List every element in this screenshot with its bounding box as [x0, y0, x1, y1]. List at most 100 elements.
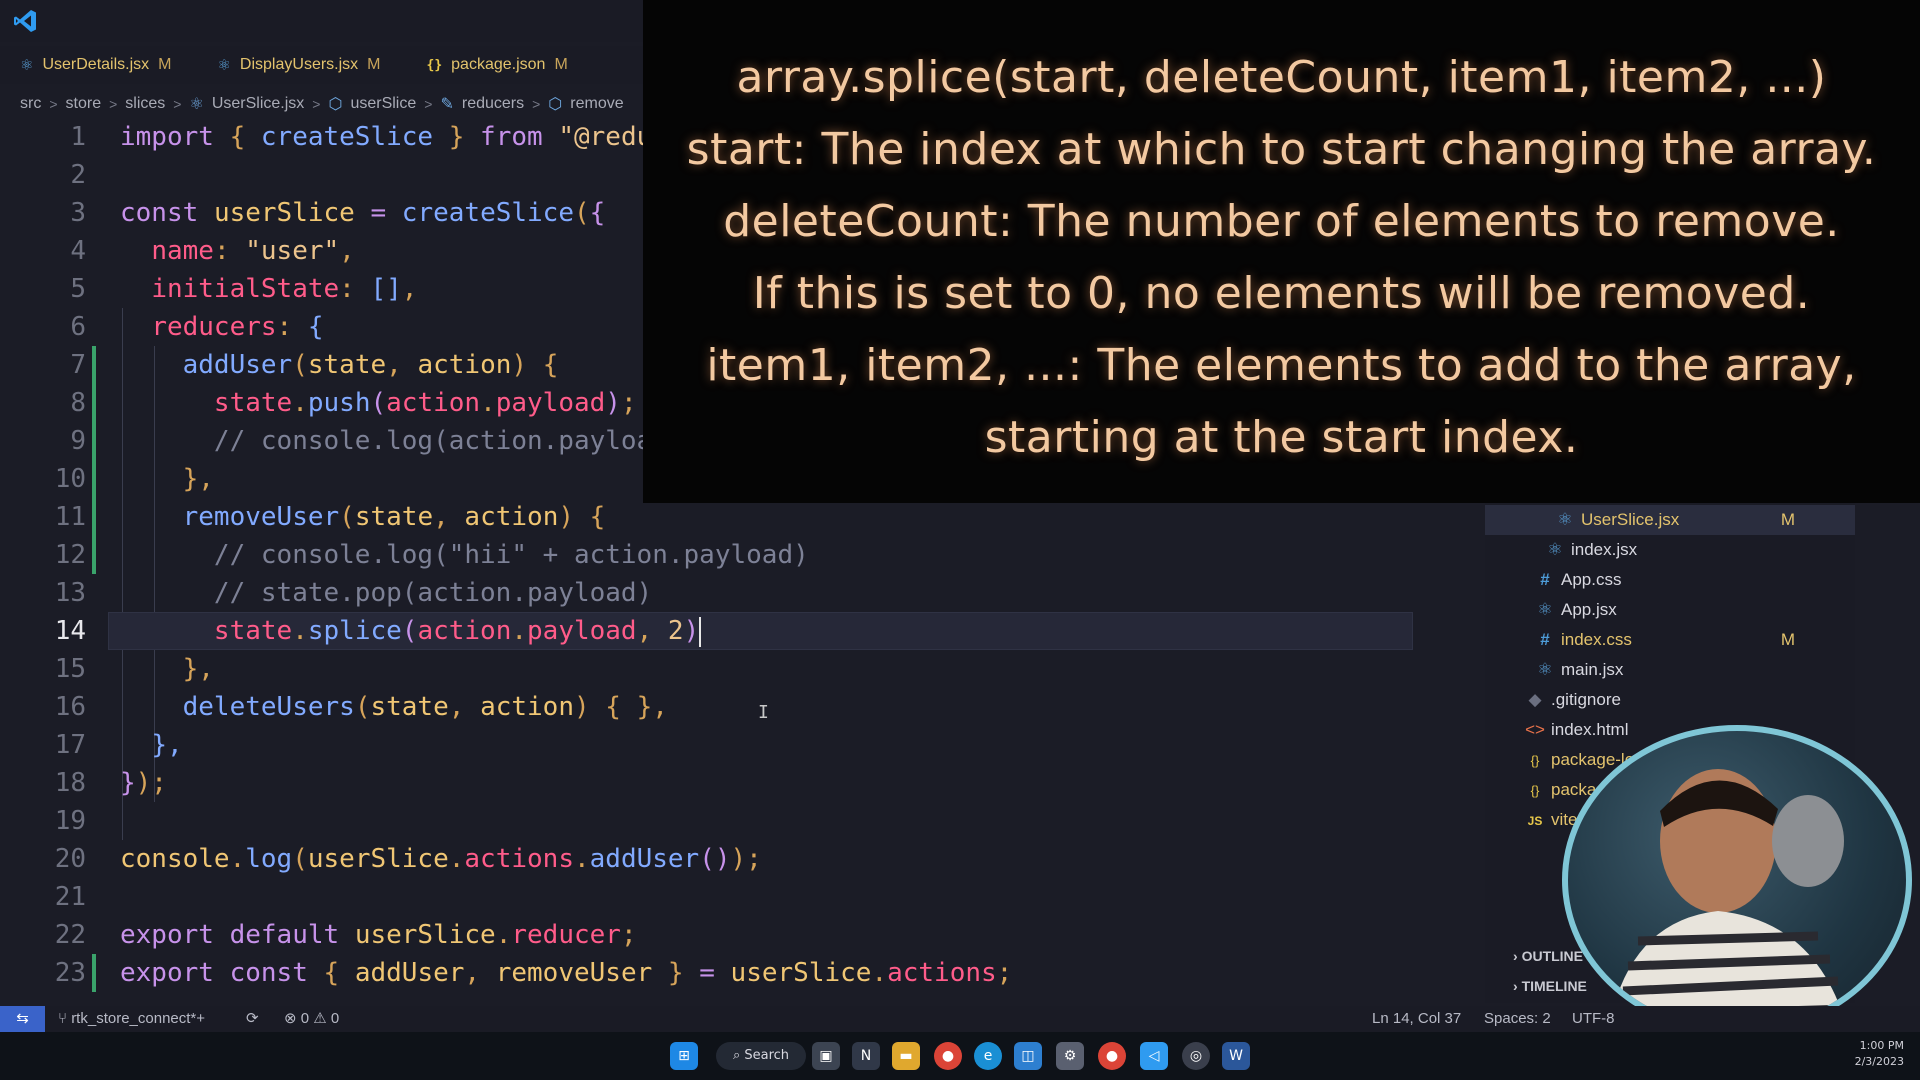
- line-number: 18: [54, 768, 86, 798]
- json-icon: {}: [426, 57, 443, 73]
- store-icon[interactable]: ◫: [1014, 1042, 1042, 1070]
- status-bar: ⇆ ⑂ rtk_store_connect*+ ⟳ ⊗ 0 ⚠ 0 Ln 14,…: [0, 1006, 1920, 1032]
- code-line: 21: [0, 878, 1490, 916]
- modified-mark: M: [158, 56, 172, 73]
- react-icon: ⚛: [20, 57, 34, 74]
- chevron-right-icon: ›: [1513, 948, 1518, 964]
- windows-start-icon[interactable]: ⊞: [670, 1042, 698, 1070]
- overlay-line: deleteCount: The number of elements to r…: [723, 196, 1840, 247]
- react-icon: ⚛: [1537, 600, 1553, 619]
- breadcrumb-item[interactable]: store: [66, 95, 102, 113]
- react-icon: ⚛: [1547, 540, 1563, 559]
- line-number: 21: [54, 882, 86, 912]
- breadcrumb-item[interactable]: reducers: [462, 95, 524, 113]
- line-number: 10: [54, 464, 86, 494]
- timeline-section[interactable]: › TIMELINE: [1513, 978, 1587, 994]
- system-clock[interactable]: 1:00 PM 2/3/2023: [1855, 1038, 1904, 1070]
- code-line: 11 removeUser(state, action) {: [0, 498, 1490, 536]
- line-number: 11: [54, 502, 86, 532]
- problems-status[interactable]: ⊗ 0 ⚠ 0: [284, 1006, 339, 1032]
- breadcrumb-item[interactable]: userSlice: [350, 95, 416, 113]
- chrome-icon[interactable]: ●: [934, 1042, 962, 1070]
- line-number: 17: [54, 730, 86, 760]
- method-icon: ⬡: [548, 96, 563, 113]
- modified-mark: M: [554, 56, 568, 73]
- explorer-file[interactable]: ⚛ App.jsx: [1485, 595, 1855, 625]
- explorer-file[interactable]: # App.css: [1485, 565, 1855, 595]
- line-number: 4: [70, 236, 86, 266]
- explorer-file[interactable]: ⚛ main.jsx: [1485, 655, 1855, 685]
- line-number: 22: [54, 920, 86, 950]
- breadcrumb-item[interactable]: src: [20, 95, 41, 113]
- line-number: 13: [54, 578, 86, 608]
- error-icon: ⊗: [284, 1010, 297, 1027]
- file-explorer-icon[interactable]: ▬: [892, 1042, 920, 1070]
- outline-section[interactable]: › OUTLINE: [1513, 948, 1583, 964]
- word-icon[interactable]: W: [1222, 1042, 1250, 1070]
- chrome-profile-icon[interactable]: ●: [1098, 1042, 1126, 1070]
- line-number: 9: [70, 426, 86, 456]
- windows-taskbar: ⊞ ⌕ Search ▣ N ▬ ● e ◫ ⚙ ● ◁ ◎ W 1:00 PM…: [0, 1032, 1920, 1080]
- line-number: 5: [70, 274, 86, 304]
- tab-package-json[interactable]: {} package.json M: [407, 46, 594, 84]
- css-icon: #: [1540, 630, 1550, 649]
- json-icon: {}: [1530, 783, 1540, 798]
- line-number: 2: [70, 160, 86, 190]
- overlay-line: array.splice(start, deleteCount, item1, …: [736, 52, 1827, 103]
- branch-status[interactable]: ⑂ rtk_store_connect*+: [58, 1006, 205, 1032]
- settings-icon[interactable]: ⚙: [1056, 1042, 1084, 1070]
- tab-label: DisplayUsers.jsx: [239, 56, 359, 73]
- taskbar-search[interactable]: ⌕ Search: [716, 1042, 806, 1070]
- line-number: 6: [70, 312, 86, 342]
- breadcrumb-item[interactable]: slices: [125, 95, 165, 113]
- github-desktop-icon[interactable]: ◎: [1182, 1042, 1210, 1070]
- notepad-icon[interactable]: N: [852, 1042, 880, 1070]
- sync-icon[interactable]: ⟳: [246, 1006, 259, 1032]
- remote-icon[interactable]: ⇆: [0, 1006, 45, 1032]
- text-cursor: [699, 616, 702, 647]
- explorer-file[interactable]: ⚛ index.jsx: [1485, 535, 1855, 565]
- explanation-overlay: array.splice(start, deleteCount, item1, …: [643, 0, 1920, 503]
- vscode-icon[interactable]: ◁: [1140, 1042, 1168, 1070]
- webcam-presenter-video: [1562, 725, 1912, 1035]
- code-line: 20 console.log(userSlice.actions.addUser(…: [0, 840, 1490, 878]
- tab-label: UserDetails.jsx: [42, 56, 150, 73]
- breadcrumb-item[interactable]: UserSlice.jsx: [212, 95, 304, 113]
- react-icon: ⚛: [1537, 660, 1553, 679]
- explorer-file[interactable]: ⚛ UserSlice.jsx M: [1485, 505, 1855, 535]
- explorer-file[interactable]: ◆ .gitignore: [1485, 685, 1855, 715]
- chevron-right-icon: >: [49, 96, 58, 112]
- chevron-right-icon: >: [424, 96, 433, 112]
- indentation[interactable]: Spaces: 2: [1484, 1006, 1551, 1032]
- modified-mark: M: [367, 56, 381, 73]
- overlay-line: starting at the start index.: [984, 412, 1579, 463]
- task-view-icon[interactable]: ▣: [812, 1042, 840, 1070]
- overlay-line: If this is set to 0, no elements will be…: [752, 268, 1811, 319]
- mouse-ibeam-cursor: I: [758, 702, 769, 723]
- line-number: 1: [70, 122, 86, 152]
- edge-icon[interactable]: e: [974, 1042, 1002, 1070]
- chevron-right-icon: ›: [1513, 978, 1518, 994]
- chevron-right-icon: >: [312, 96, 321, 112]
- presenter-silhouette-icon: [1608, 769, 1849, 1029]
- line-number: 16: [54, 692, 86, 722]
- breadcrumb-item[interactable]: remove: [570, 95, 623, 113]
- css-icon: #: [1540, 570, 1550, 589]
- vscode-logo-icon: [14, 10, 36, 32]
- tab-userdetails[interactable]: ⚛ UserDetails.jsx M: [0, 46, 197, 84]
- search-icon: ⌕: [732, 1048, 741, 1063]
- cursor-position[interactable]: Ln 14, Col 37: [1372, 1006, 1461, 1032]
- line-number: 15: [54, 654, 86, 684]
- line-number: 19: [54, 806, 86, 836]
- html-icon: <>: [1525, 720, 1545, 739]
- tab-displayusers[interactable]: ⚛ DisplayUsers.jsx M: [197, 46, 406, 84]
- line-number: 3: [70, 198, 86, 228]
- code-line: 22 export default userSlice.reducer;: [0, 916, 1490, 954]
- chevron-right-icon: >: [109, 96, 118, 112]
- explorer-file[interactable]: # index.css M: [1485, 625, 1855, 655]
- code-line: 16 deleteUsers(state, action) { },: [0, 688, 1490, 726]
- git-icon: ◆: [1528, 690, 1542, 709]
- overlay-line: start: The index at which to start chang…: [686, 124, 1877, 175]
- wrench-icon: ✎: [440, 96, 454, 113]
- encoding[interactable]: UTF-8: [1572, 1006, 1615, 1032]
